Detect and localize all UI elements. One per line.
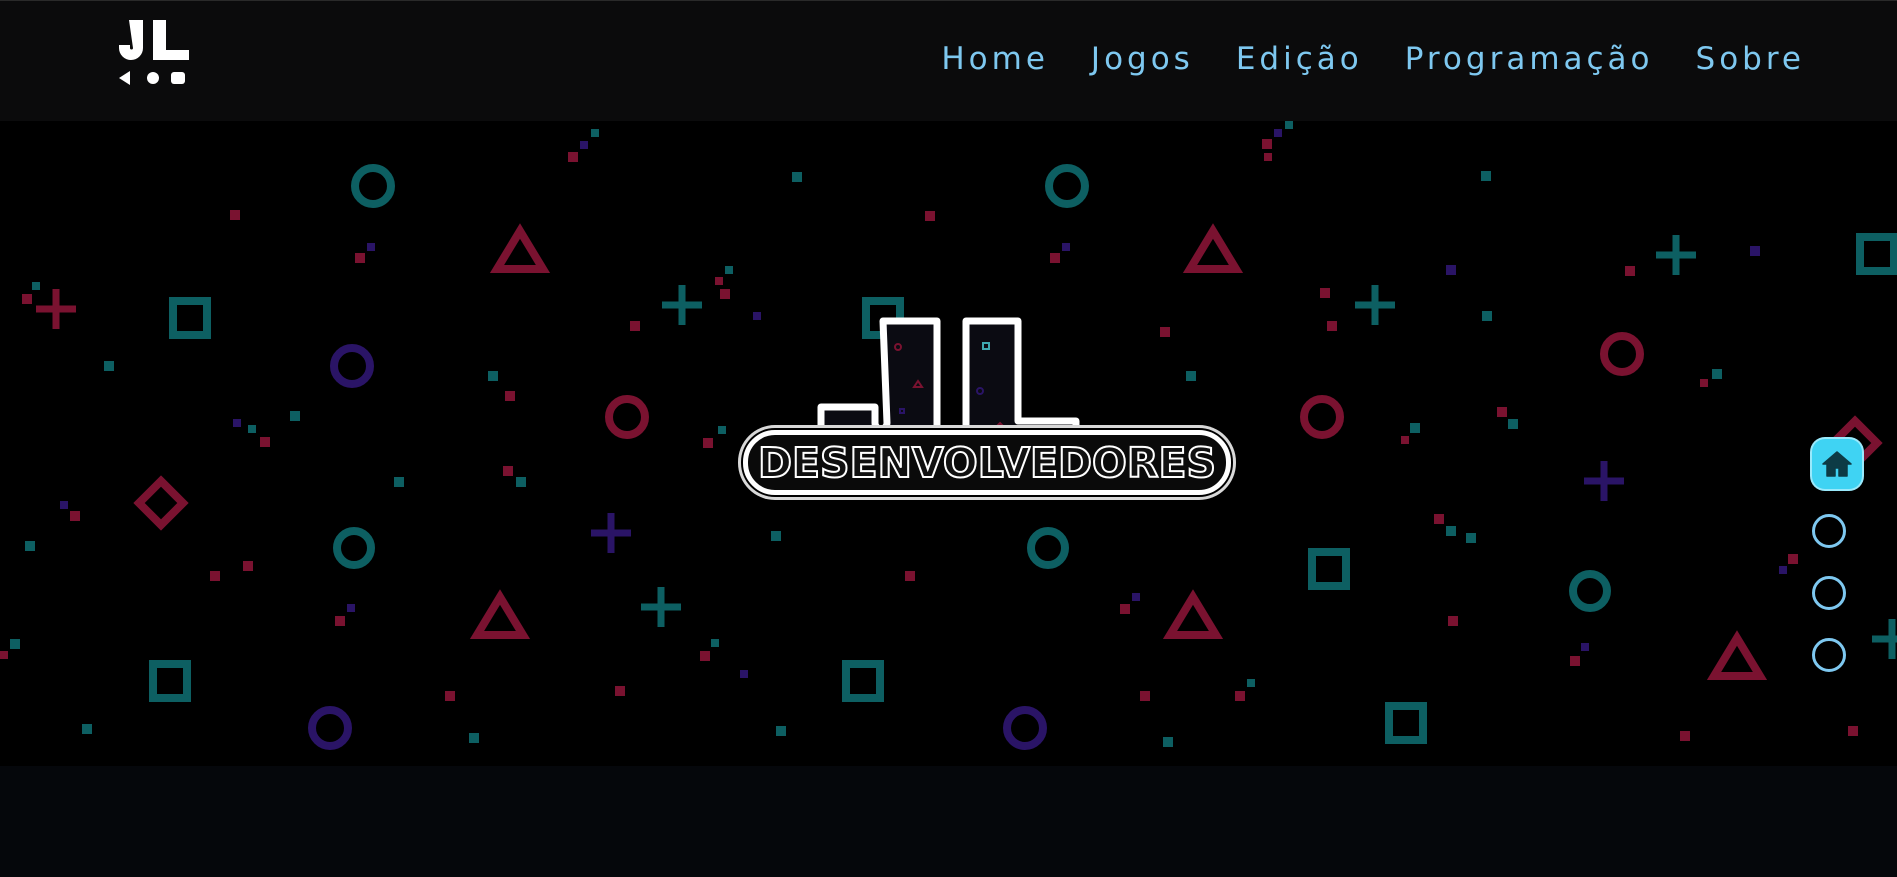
lower-section <box>0 766 1897 877</box>
nav-link-home[interactable]: Home <box>941 41 1049 77</box>
brand-wordmark: Desenvolvedores <box>743 430 1231 495</box>
side-nav-home-button[interactable] <box>1812 439 1862 489</box>
side-nav-dot-3[interactable] <box>1812 576 1846 610</box>
nav-link-programacao[interactable]: Programação <box>1405 41 1654 77</box>
hero-section: Desenvolvedores <box>0 121 1897 766</box>
side-nav-dot-4[interactable] <box>1812 638 1846 672</box>
nav-link-edicao[interactable]: Edição <box>1236 41 1363 77</box>
nav-link-jogos[interactable]: Jogos <box>1091 41 1194 77</box>
navbar: Home Jogos Edição Programação Sobre <box>0 0 1897 121</box>
nav-link-sobre[interactable]: Sobre <box>1696 41 1805 77</box>
home-icon <box>1822 451 1852 477</box>
main-nav: Home Jogos Edição Programação Sobre <box>941 41 1805 77</box>
site-logo[interactable] <box>115 20 193 90</box>
side-nav-dot-2[interactable] <box>1812 514 1846 548</box>
brand-wordmark-text: Desenvolvedores <box>757 438 1217 488</box>
